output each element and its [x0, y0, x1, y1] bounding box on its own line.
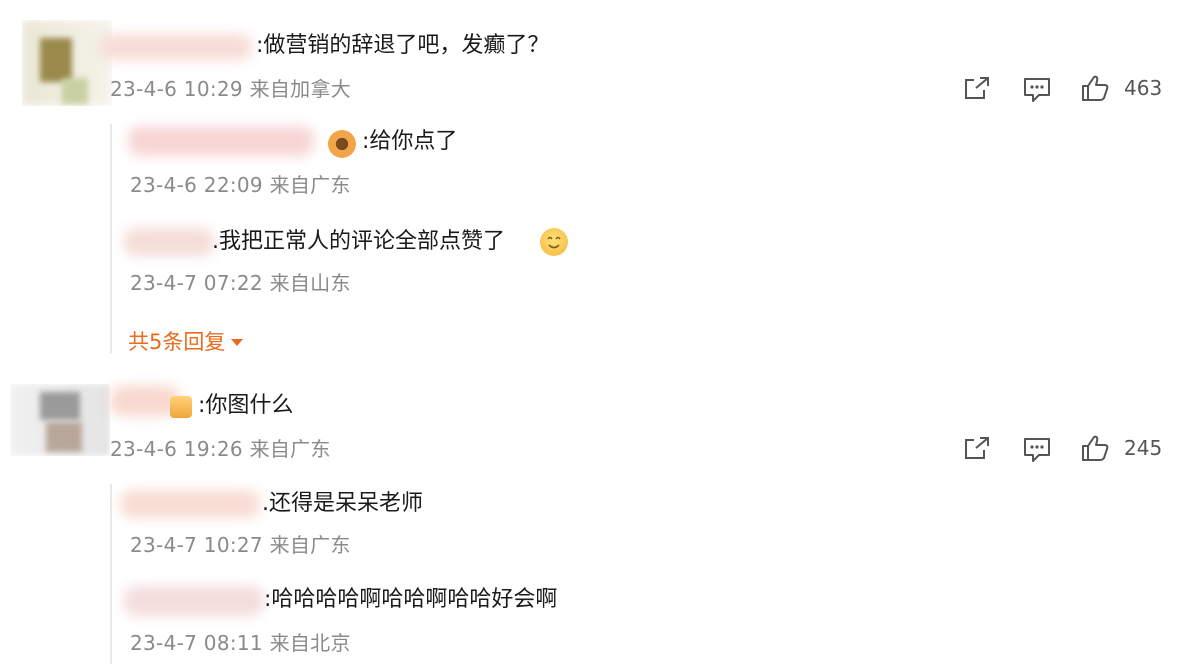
badge-icon [328, 130, 356, 158]
like-icon [1082, 435, 1109, 461]
like-count: 463 [1124, 76, 1163, 100]
like-button[interactable]: 463 [1080, 74, 1162, 102]
more-replies-label: 共5条回复 [128, 330, 226, 354]
like-icon [1082, 75, 1109, 101]
comment-text: :做营销的辞退了吧，发癫了？ [256, 33, 550, 58]
username-redacted[interactable] [124, 586, 264, 616]
comment-button[interactable] [1022, 436, 1052, 464]
username-redacted[interactable] [128, 126, 314, 156]
reply-text: :给你点了 [362, 129, 458, 154]
avatar[interactable] [22, 20, 112, 106]
comment-meta: 23-4-6 19:26 来自广东 [110, 437, 331, 461]
comment-icon [1024, 438, 1050, 462]
smile-emoji-icon [540, 228, 568, 256]
comment-icon [1024, 78, 1050, 102]
comment-button[interactable] [1022, 76, 1052, 104]
reply-text: :哈哈哈哈啊哈哈啊哈哈好会啊 [264, 587, 558, 612]
like-button[interactable]: 245 [1080, 434, 1162, 462]
share-button[interactable] [962, 436, 992, 462]
more-replies-button[interactable]: 共5条回复 [128, 326, 244, 356]
comment-meta: 23-4-6 10:29 来自加拿大 [110, 77, 352, 101]
reply-thread-line [110, 124, 112, 354]
reply-meta: 23-4-7 10:27 来自广东 [130, 533, 351, 557]
reply-meta: 23-4-7 07:22 来自山东 [130, 271, 351, 295]
reply-text: .我把正常人的评论全部点赞了 [212, 229, 505, 254]
caret-down-icon [231, 338, 244, 346]
reply-meta: 23-4-7 08:11 来自北京 [130, 631, 351, 655]
badge-icon [170, 396, 192, 418]
like-count: 245 [1124, 436, 1163, 460]
avatar[interactable] [10, 384, 110, 456]
reply-text: .还得是呆呆老师 [262, 491, 423, 516]
username-redacted[interactable] [100, 34, 252, 60]
reply-thread-line [110, 484, 112, 664]
username-redacted[interactable] [120, 490, 260, 518]
reply-meta: 23-4-6 22:09 来自广东 [130, 173, 351, 197]
username-redacted[interactable] [124, 228, 214, 256]
comment-text: :你图什么 [198, 393, 294, 418]
share-button[interactable] [962, 76, 992, 102]
share-icon [965, 77, 989, 99]
share-icon [965, 437, 989, 459]
